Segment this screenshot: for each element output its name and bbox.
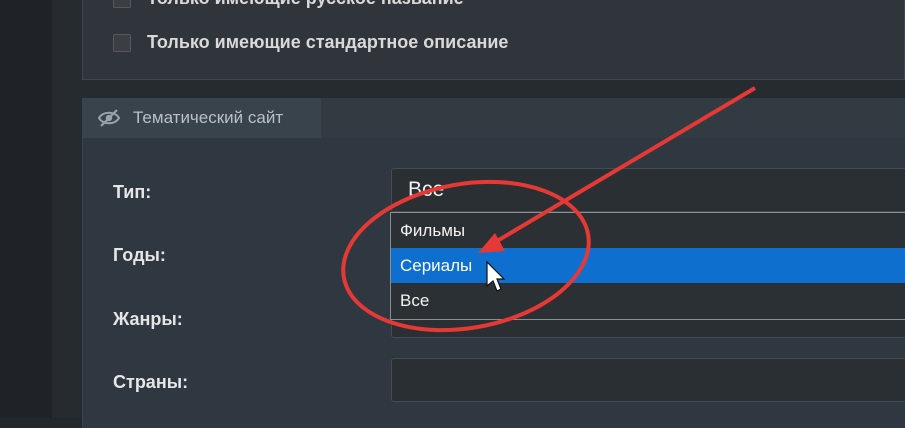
filters-panel: Только имеющие русское название Только и…: [82, 0, 905, 80]
checkbox-label: Только имеющие стандартное описание: [147, 32, 509, 52]
tab-strip: Тематический сайт: [83, 98, 905, 138]
tab-label: Тематический сайт: [133, 108, 284, 127]
option-all[interactable]: Все: [391, 283, 905, 318]
eye-icon: [97, 109, 121, 127]
checkbox-row-standard-description[interactable]: Только имеющие стандартное описание: [113, 32, 508, 53]
countries-input[interactable]: [391, 358, 905, 402]
checkbox-row-russian-title[interactable]: Только имеющие русское название: [113, 0, 464, 9]
tab-thematic-site[interactable]: Тематический сайт: [83, 98, 321, 138]
years-label: Годы:: [113, 245, 166, 265]
countries-label: Страны:: [113, 372, 189, 392]
type-select[interactable]: Все: [391, 168, 905, 212]
checkbox-russian-title[interactable]: [113, 0, 131, 8]
option-films[interactable]: Фильмы: [391, 213, 905, 248]
genres-label: Жанры:: [113, 309, 183, 329]
checkbox-label: Только имеющие русское название: [147, 0, 464, 9]
checkbox-standard-description[interactable]: [113, 33, 131, 52]
left-sidebar-strip: [0, 0, 52, 418]
type-select-value: Все: [408, 178, 445, 201]
option-series[interactable]: Сериалы: [391, 248, 905, 283]
type-label: Тип:: [113, 182, 152, 202]
type-dropdown-list: Фильмы Сериалы Все: [390, 212, 905, 320]
